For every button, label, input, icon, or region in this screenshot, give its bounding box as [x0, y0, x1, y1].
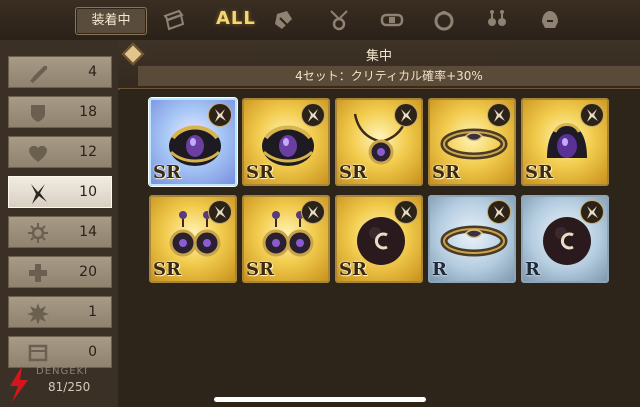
set-effect: 4セット：クリティカル確率+30%: [138, 66, 640, 86]
starburst-icon: [27, 302, 49, 325]
rarity-badge: SR: [153, 162, 181, 183]
sword-icon: [27, 62, 49, 84]
item-card-earring[interactable]: SR: [242, 195, 330, 283]
burst-icon: [27, 222, 49, 244]
item-card-orb[interactable]: SR: [335, 195, 423, 283]
critical-set-icon: [580, 200, 604, 224]
critical-set-icon: [487, 103, 511, 127]
stat-filter-cross[interactable]: 20: [8, 256, 112, 288]
rarity-badge: SR: [525, 162, 553, 183]
stat-filter-count: 4: [88, 64, 97, 80]
item-card-earring[interactable]: SR: [149, 195, 237, 283]
item-card-gauntlet[interactable]: SR: [149, 98, 237, 186]
gauntlet-icon[interactable]: [270, 6, 298, 34]
box-icon: [27, 342, 49, 364]
set-name: 集中: [365, 49, 392, 64]
ticket-icon[interactable]: [160, 6, 188, 34]
stat-filter-count: 20: [79, 264, 97, 280]
item-card-belt[interactable]: R: [428, 195, 516, 283]
item-card-belt[interactable]: SR: [428, 98, 516, 186]
critical-set-icon: [301, 103, 325, 127]
stat-filter-count: 18: [79, 104, 97, 120]
rarity-badge: SR: [153, 259, 181, 280]
equipped-filter-button[interactable]: 装着中: [75, 7, 147, 35]
critical-set-icon: [208, 103, 232, 127]
critical-icon: [27, 182, 49, 204]
belt-icon[interactable]: [378, 6, 406, 34]
tab-all[interactable]: ALL: [216, 8, 256, 29]
ring-icon[interactable]: [430, 6, 458, 34]
top-bar: 装着中 ALL: [0, 0, 640, 41]
item-card-helm[interactable]: SR: [521, 98, 609, 186]
heart-icon: [27, 142, 49, 164]
stat-filter-critical[interactable]: 10: [8, 176, 112, 208]
inventory-count: 81/250: [48, 380, 91, 394]
watermark-text: DENGEKI: [36, 366, 89, 377]
critical-set-icon: [301, 200, 325, 224]
stat-filter-count: 10: [79, 184, 97, 200]
stat-filter-count: 1: [88, 304, 97, 320]
stat-filter-starburst[interactable]: 1: [8, 296, 112, 328]
pendant-icon[interactable]: [325, 6, 353, 34]
critical-set-icon: [394, 103, 418, 127]
rarity-badge: SR: [246, 162, 274, 183]
rarity-badge: SR: [339, 162, 367, 183]
critical-set-icon: [580, 103, 604, 127]
critical-set-icon: [394, 200, 418, 224]
stat-filter-count: 12: [79, 144, 97, 160]
rarity-badge: SR: [432, 162, 460, 183]
item-card-pendant[interactable]: SR: [335, 98, 423, 186]
stat-filter-burst[interactable]: 14: [8, 216, 112, 248]
stat-filter-heart[interactable]: 12: [8, 136, 112, 168]
home-indicator: [214, 397, 426, 402]
rarity-badge: R: [432, 259, 447, 280]
earring-icon[interactable]: [483, 6, 511, 34]
stat-filter-shield[interactable]: 18: [8, 96, 112, 128]
item-card-gauntlet[interactable]: SR: [242, 98, 330, 186]
stat-filter-count: 0: [88, 344, 97, 360]
stat-filter-count: 14: [79, 224, 97, 240]
rarity-badge: SR: [339, 259, 367, 280]
helm-icon[interactable]: [536, 6, 564, 34]
critical-set-icon: [487, 200, 511, 224]
shield-icon: [27, 102, 49, 124]
critical-set-icon: [208, 200, 232, 224]
item-card-orb[interactable]: R: [521, 195, 609, 283]
rarity-badge: R: [525, 259, 540, 280]
dengeki-logo: [10, 366, 28, 402]
stat-filter-panel: 4 18 12 10 14 20 1 0: [0, 40, 120, 407]
cross-icon: [27, 262, 49, 284]
rarity-badge: SR: [246, 259, 274, 280]
